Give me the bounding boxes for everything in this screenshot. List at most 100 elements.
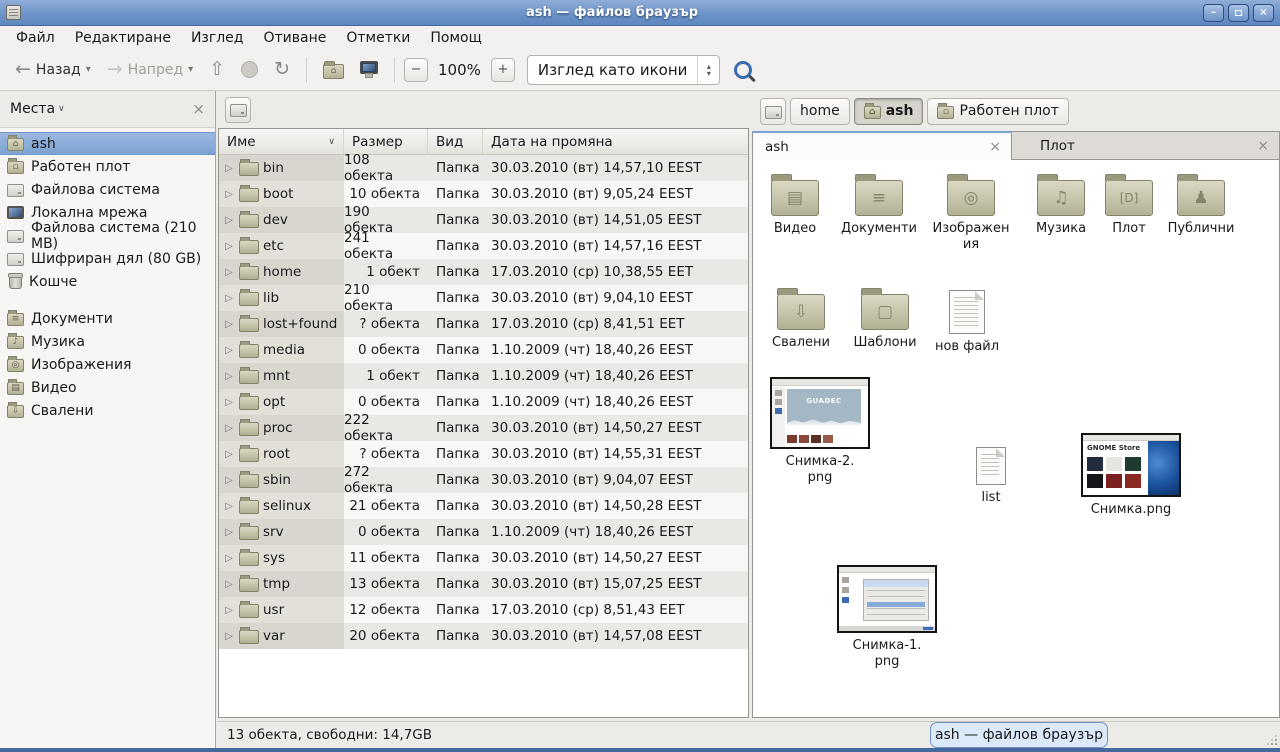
sidebar-close-icon[interactable]: × (192, 100, 205, 118)
expander-icon[interactable]: ▷ (223, 475, 235, 486)
column-header-type[interactable]: Вид (428, 129, 483, 154)
sidebar-item-trash[interactable]: Кошче (0, 270, 215, 293)
table-row[interactable]: ▷mnt1 обектПапка1.10.2009 (чт) 18,40,26 … (219, 363, 748, 389)
menu-file[interactable]: Файл (6, 28, 65, 48)
expander-icon[interactable]: ▷ (223, 579, 235, 590)
path-button-ash[interactable]: ⌂ ash (854, 98, 924, 125)
table-row[interactable]: ▷etc241 обектаПапка30.03.2010 (вт) 14,57… (219, 233, 748, 259)
expander-icon[interactable]: ▷ (223, 163, 235, 174)
icon-view[interactable]: ▤ Видео ≡ Документи ◎ Изображения ♫ Музи… (752, 160, 1280, 718)
table-row[interactable]: ▷selinux21 обектаПапка30.03.2010 (вт) 14… (219, 493, 748, 519)
table-row[interactable]: ▷srv0 обектаПапка1.10.2009 (чт) 18,40,26… (219, 519, 748, 545)
resize-grip[interactable] (1267, 735, 1277, 745)
sidebar-item-desktop[interactable]: ▫ Работен плот (0, 155, 215, 178)
sidebar-item-filesystem-210mb[interactable]: Файлова система (210 MB) (0, 224, 215, 247)
file-item-snimka[interactable]: GNOME Store Снимка.png (1071, 433, 1191, 518)
expander-icon[interactable]: ▷ (223, 241, 235, 252)
menu-edit[interactable]: Редактиране (65, 28, 181, 48)
root-path-button[interactable] (225, 97, 251, 123)
folder-item-downloads[interactable]: ⇩ Свалени (759, 286, 843, 351)
expander-icon[interactable]: ▷ (223, 527, 235, 538)
expander-icon[interactable]: ▷ (223, 423, 235, 434)
menu-view[interactable]: Изглед (181, 28, 254, 48)
expander-icon[interactable]: ▷ (223, 605, 235, 616)
table-row[interactable]: ▷lost+found? обектаПапка17.03.2010 (ср) … (219, 311, 748, 337)
menu-bookmarks[interactable]: Отметки (336, 28, 420, 48)
forward-dropdown-icon[interactable]: ▾ (188, 64, 193, 75)
view-mode-select[interactable]: Изглед като икони ▴▾ (527, 55, 721, 85)
reload-button[interactable]: ↻ (267, 56, 297, 83)
path-button-desktop[interactable]: ▫ Работен плот (927, 98, 1068, 125)
sidebar-item-encrypted[interactable]: Шифриран дял (80 GB) (0, 247, 215, 270)
folder-item-video[interactable]: ▤ Видео (753, 172, 837, 237)
sidebar-item-documents[interactable]: ≡ Документи (0, 307, 215, 330)
back-button[interactable]: ← Назад ▾ (8, 56, 98, 83)
sidebar-item-ash[interactable]: ⌂ ash (0, 132, 215, 155)
forward-button[interactable]: → Напред ▾ (100, 56, 200, 83)
table-row[interactable]: ▷opt0 обектаПапка1.10.2009 (чт) 18,40,26… (219, 389, 748, 415)
sidebar-item-music[interactable]: ♪ Музика (0, 330, 215, 353)
tab-close-icon[interactable]: × (989, 139, 1001, 155)
sidebar-item-video[interactable]: ▤ Видео (0, 376, 215, 399)
taskbar-window-button[interactable]: ash — файлов браузър (930, 722, 1108, 748)
computer-button[interactable] (353, 61, 385, 78)
expander-icon[interactable]: ▷ (223, 293, 235, 304)
expander-icon[interactable]: ▷ (223, 449, 235, 460)
column-header-name[interactable]: Име ∨ (219, 129, 344, 154)
expander-icon[interactable]: ▷ (223, 371, 235, 382)
path-button-home[interactable]: home (790, 98, 850, 125)
table-row[interactable]: ▷sys11 обектаПапка30.03.2010 (вт) 14,50,… (219, 545, 748, 571)
table-row[interactable]: ▷var20 обектаПапка30.03.2010 (вт) 14,57,… (219, 623, 748, 649)
sidebar-item-downloads[interactable]: ⇩ Свалени (0, 399, 215, 422)
table-row[interactable]: ▷bin108 обектаПапка30.03.2010 (вт) 14,57… (219, 155, 748, 181)
expander-icon[interactable]: ▷ (223, 631, 235, 642)
tab-plot[interactable]: Плот × (1012, 131, 1280, 160)
table-row[interactable]: ▷sbin272 обектаПапка30.03.2010 (вт) 9,04… (219, 467, 748, 493)
root-path-button[interactable] (760, 98, 786, 125)
sidebar-item-filesystem[interactable]: Файлова система (0, 178, 215, 201)
folder-item-pictures[interactable]: ◎ Изображения (931, 172, 1011, 253)
expander-icon[interactable]: ▷ (223, 189, 235, 200)
tab-close-icon[interactable]: × (1257, 138, 1269, 154)
table-row[interactable]: ▷root? обектаПапка30.03.2010 (вт) 14,55,… (219, 441, 748, 467)
back-dropdown-icon[interactable]: ▾ (86, 64, 91, 75)
expander-icon[interactable]: ▷ (223, 345, 235, 356)
file-item-snimka-1[interactable]: Снимка-1.png (828, 565, 946, 670)
file-item-snimka-2[interactable]: GUADEC Снимка-2.png (761, 377, 879, 486)
sidebar-header[interactable]: Места ∨ × (0, 91, 215, 128)
expander-icon[interactable]: ▷ (223, 267, 235, 278)
column-header-date[interactable]: Дата на промяна (483, 129, 748, 154)
zoom-out-button[interactable]: − (404, 58, 428, 82)
minimize-button[interactable]: – (1203, 4, 1224, 22)
expander-icon[interactable]: ▷ (223, 553, 235, 564)
table-row[interactable]: ▷dev190 обектаПапка30.03.2010 (вт) 14,51… (219, 207, 748, 233)
table-row[interactable]: ▷usr12 обектаПапка17.03.2010 (ср) 8,51,4… (219, 597, 748, 623)
close-button[interactable]: × (1253, 4, 1274, 22)
menu-help[interactable]: Помощ (420, 28, 491, 48)
column-header-size[interactable]: Размер (344, 129, 428, 154)
table-row[interactable]: ▷boot10 обектаПапка30.03.2010 (вт) 9,05,… (219, 181, 748, 207)
expander-icon[interactable]: ▷ (223, 397, 235, 408)
maximize-button[interactable] (1228, 4, 1249, 22)
table-row[interactable]: ▷lib210 обектаПапка30.03.2010 (вт) 9,04,… (219, 285, 748, 311)
stop-button[interactable] (234, 57, 265, 82)
zoom-in-button[interactable]: + (491, 58, 515, 82)
expander-icon[interactable]: ▷ (223, 501, 235, 512)
sidebar-item-pictures[interactable]: ◎ Изображения (0, 353, 215, 376)
file-item-new-file[interactable]: нов файл (925, 286, 1009, 355)
folder-item-templates[interactable]: ▢ Шаблони (843, 286, 927, 351)
file-item-list[interactable]: list (949, 447, 1033, 506)
menu-go[interactable]: Отиване (253, 28, 336, 48)
tab-ash[interactable]: ash × (752, 131, 1012, 160)
expander-icon[interactable]: ▷ (223, 215, 235, 226)
search-icon[interactable] (734, 61, 752, 79)
expander-icon[interactable]: ▷ (223, 319, 235, 330)
table-row[interactable]: ▷proc222 обектаПапка30.03.2010 (вт) 14,5… (219, 415, 748, 441)
table-row[interactable]: ▷home1 обектПапка17.03.2010 (ср) 10,38,5… (219, 259, 748, 285)
titlebar[interactable]: ash — файлов браузър – × (0, 0, 1280, 26)
up-button[interactable]: ⇧ (202, 56, 232, 83)
folder-item-documents[interactable]: ≡ Документи (837, 172, 921, 237)
table-row[interactable]: ▷tmp13 обектаПапка30.03.2010 (вт) 15,07,… (219, 571, 748, 597)
table-row[interactable]: ▷media0 обектаПапка1.10.2009 (чт) 18,40,… (219, 337, 748, 363)
home-button[interactable]: ⌂ (316, 57, 351, 83)
